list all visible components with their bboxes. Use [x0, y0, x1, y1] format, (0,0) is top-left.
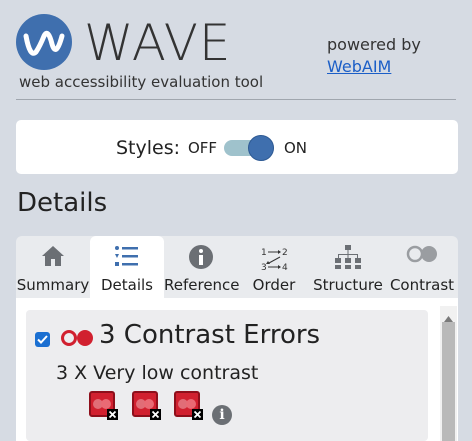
order-icon: 1 2 3 4	[260, 244, 288, 276]
svg-text:4: 4	[282, 263, 288, 272]
styles-toggle-knob[interactable]	[248, 135, 274, 161]
contrast-error-badge-icon[interactable]	[132, 391, 162, 421]
contrast-error-badge-icon[interactable]	[174, 391, 204, 421]
info-icon	[188, 244, 214, 274]
tab-reference[interactable]: Reference	[164, 236, 240, 298]
contrast-error-icon	[60, 329, 94, 351]
styles-on-label: ON	[284, 139, 308, 157]
tab-label: Structure	[313, 276, 383, 294]
header-divider	[16, 99, 456, 100]
contrast-error-badge-icon[interactable]	[89, 391, 119, 421]
tab-label: Reference	[164, 276, 240, 294]
errors-title: 3 Contrast Errors	[99, 320, 321, 350]
svg-text:1: 1	[261, 248, 267, 258]
tab-label: Summary	[16, 276, 90, 294]
styles-off-label: OFF	[188, 139, 218, 157]
wave-logo-icon	[16, 14, 72, 70]
tab-order[interactable]: 1 2 3 4 Order	[238, 236, 310, 298]
styles-label: Styles:	[116, 137, 181, 159]
tab-details[interactable]: Details	[90, 236, 164, 298]
list-icon	[114, 244, 140, 272]
scrollbar-thumb[interactable]	[442, 322, 455, 441]
info-icon[interactable]: i	[212, 405, 232, 425]
tab-label: Details	[100, 276, 153, 294]
structure-icon	[334, 244, 362, 274]
svg-text:2: 2	[282, 248, 288, 258]
styles-panel: Styles: OFF ON	[16, 120, 458, 174]
tab-label: Order	[252, 276, 296, 294]
tab-structure[interactable]: Structure	[310, 236, 386, 298]
contrast-errors-checkbox[interactable]	[35, 332, 50, 347]
webaim-link[interactable]: WebAIM	[327, 57, 391, 76]
header: WAVE web accessibility evaluation tool p…	[0, 0, 472, 100]
home-icon	[40, 244, 66, 272]
powered-by-text: powered by	[327, 35, 421, 54]
page-title: Details	[17, 188, 108, 218]
tab-summary[interactable]: Summary	[16, 236, 90, 298]
tagline: web accessibility evaluation tool	[19, 73, 264, 91]
svg-text:3: 3	[261, 263, 267, 272]
brand-title: WAVE	[84, 14, 232, 72]
error-item-label: 3 X Very low contrast	[56, 362, 259, 384]
tab-label: Contrast	[389, 276, 455, 294]
contrast-icon	[406, 244, 438, 268]
tab-contrast[interactable]: Contrast	[386, 236, 458, 298]
